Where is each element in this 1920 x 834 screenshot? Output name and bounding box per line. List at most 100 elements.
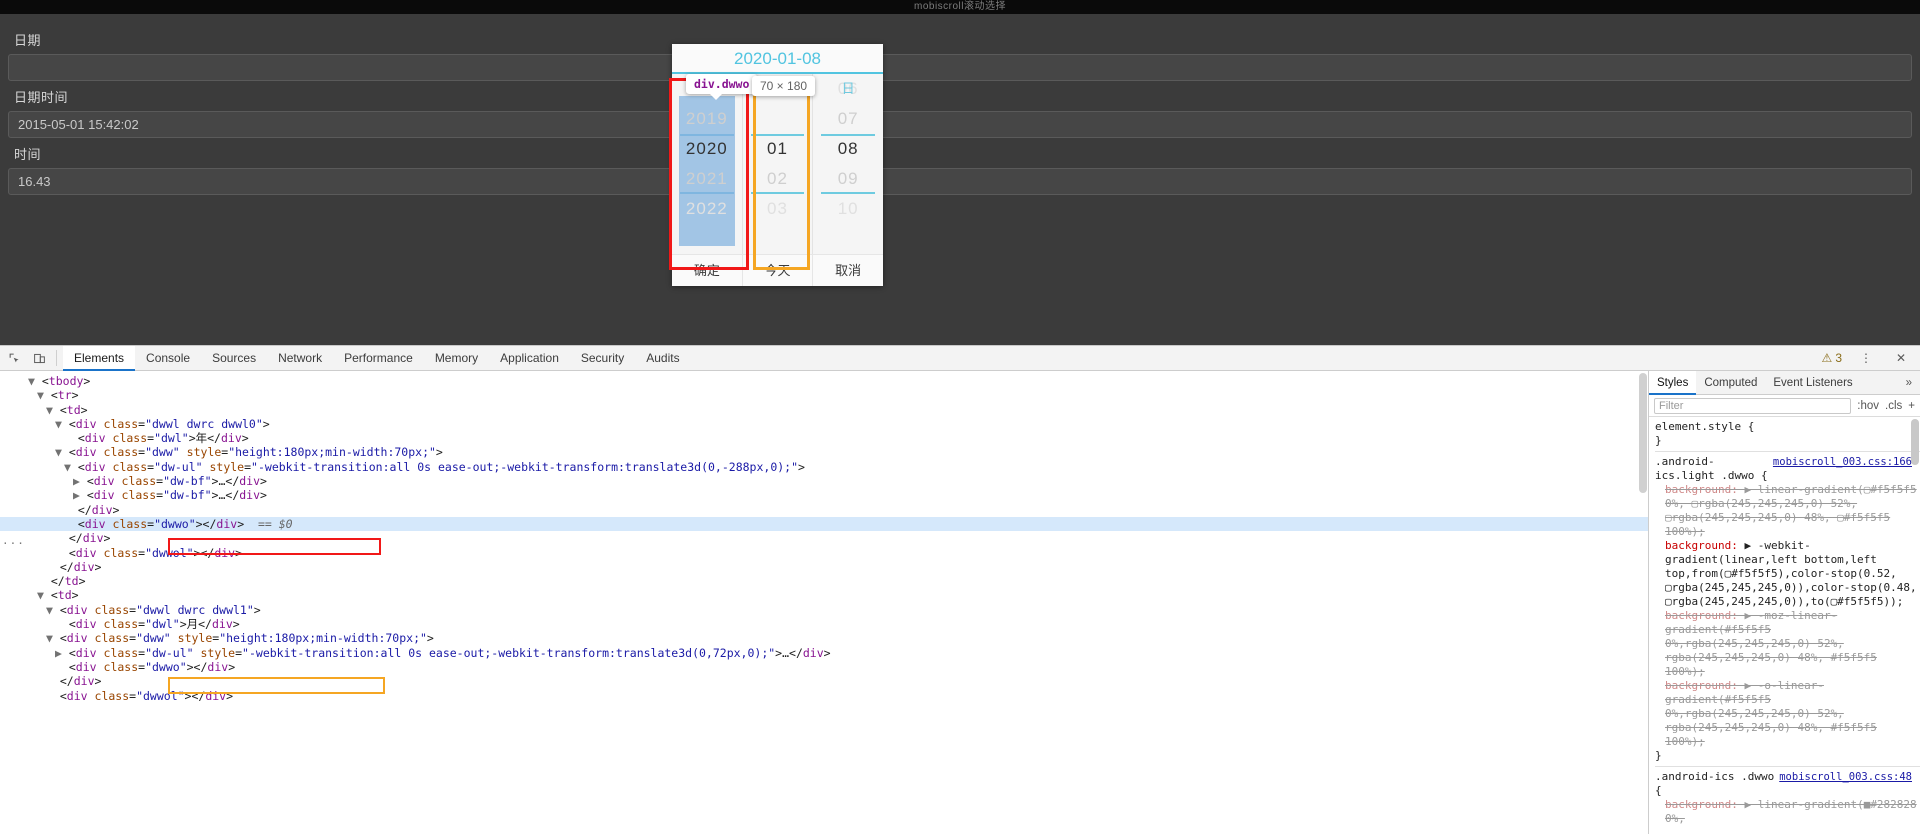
wheel-year[interactable]: 2018 2019 2020 2021 2022 (672, 74, 743, 254)
css-property[interactable]: background: ▶ -moz-linear-gradient(#f5f5… (1655, 609, 1920, 679)
tab-network[interactable]: Network (267, 346, 333, 371)
css-source-link[interactable]: mobiscroll_003.css:166 (1773, 455, 1912, 483)
disclosure-triangle-icon[interactable] (46, 560, 60, 574)
dom-node-row[interactable]: </div> (0, 560, 1648, 574)
wheel-item[interactable]: 2019 (672, 104, 742, 134)
disclosure-triangle-icon[interactable]: ▼ (64, 460, 78, 474)
datetime-input[interactable] (8, 111, 1912, 138)
dom-node-row[interactable]: ▼ <div class="dw-ul" style="-webkit-tran… (0, 460, 1648, 474)
date-input[interactable] (8, 54, 1912, 81)
disclosure-triangle-icon[interactable] (37, 574, 51, 588)
tab-event-listeners[interactable]: Event Listeners (1765, 371, 1860, 395)
dom-node-row[interactable]: <div class="dwwo"></div> (0, 660, 1648, 674)
dom-node-row[interactable]: ▼ <td> (0, 588, 1648, 602)
dom-node-row[interactable]: </td> (0, 574, 1648, 588)
wheel-item[interactable]: 2022 (672, 194, 742, 224)
inspect-element-icon[interactable] (3, 347, 25, 369)
disclosure-triangle-icon[interactable]: ▼ (55, 417, 69, 431)
dom-node-row[interactable]: ▼ <div class="dww" style="height:180px;m… (0, 445, 1648, 459)
dom-tree[interactable]: ··· ▼ <tbody> ▼ <tr> ▼ <td> ▼ <div class="d… (0, 371, 1648, 834)
dom-node-row[interactable]: </div> (0, 531, 1648, 545)
dom-node-row[interactable]: ▼ <div class="dww" style="height:180px;m… (0, 631, 1648, 645)
dom-node-row[interactable]: ▶ <div class="dw-bf">…</div> (0, 474, 1648, 488)
wheel-item[interactable]: 03 (743, 194, 813, 224)
styles-scrollbar[interactable] (1911, 419, 1919, 465)
disclosure-triangle-icon[interactable]: ▼ (28, 374, 42, 388)
tab-styles[interactable]: Styles (1649, 370, 1697, 395)
dom-node-row[interactable]: ▼ <div class="dwwl dwrc dwwl0"> (0, 417, 1648, 431)
wheel-day[interactable]: 日 06 07 08 09 10 (813, 74, 883, 254)
tab-security[interactable]: Security (570, 346, 635, 371)
confirm-button[interactable]: 确定 (672, 255, 743, 286)
new-style-rule-icon[interactable]: + (1908, 400, 1915, 412)
tab-application[interactable]: Application (489, 346, 570, 371)
tab-audits[interactable]: Audits (635, 346, 690, 371)
dom-node-row[interactable]: ▼ <td> (0, 403, 1648, 417)
tab-memory[interactable]: Memory (424, 346, 489, 371)
disclosure-triangle-icon[interactable]: ▼ (55, 445, 69, 459)
disclosure-triangle-icon[interactable] (55, 660, 69, 674)
cancel-button[interactable]: 取消 (813, 255, 883, 286)
tab-computed[interactable]: Computed (1696, 371, 1765, 395)
toggle-device-toolbar-icon[interactable] (28, 347, 50, 369)
styles-filter-input[interactable] (1654, 397, 1852, 414)
dom-node-row[interactable]: </div> (0, 674, 1648, 688)
tab-sources[interactable]: Sources (201, 346, 267, 371)
wheel-item-selected[interactable]: 08 (813, 134, 883, 164)
wheel-item[interactable]: 02 (743, 164, 813, 194)
css-property[interactable]: background: ▶ linear-gradient(▢#f5f5f5 0… (1655, 483, 1920, 539)
css-property[interactable]: background: ▶ linear-gradient(■#282828 0… (1655, 798, 1920, 826)
disclosure-triangle-icon[interactable] (46, 689, 60, 703)
disclosure-triangle-icon[interactable]: ▼ (46, 631, 60, 645)
styles-more-icon[interactable]: » (1898, 377, 1920, 389)
tab-console[interactable]: Console (135, 346, 201, 371)
dom-node-row[interactable]: ▶ <div class="dw-ul" style="-webkit-tran… (0, 646, 1648, 660)
dom-node-row[interactable]: ▶ <div class="dw-bf">…</div> (0, 488, 1648, 502)
disclosure-triangle-icon[interactable]: ▼ (37, 588, 51, 602)
cls-toggle[interactable]: .cls (1885, 400, 1902, 412)
dom-node-row[interactable]: <div class="dwwo"></div> == $0 (0, 516, 1648, 532)
dom-node-row[interactable]: </div> (0, 503, 1648, 517)
wheel-item-selected[interactable]: 01 (743, 134, 813, 164)
disclosure-triangle-icon[interactable]: ▼ (46, 603, 60, 617)
dom-node-row[interactable]: ▼ <tbody> (0, 374, 1648, 388)
disclosure-triangle-icon[interactable] (55, 546, 69, 560)
disclosure-triangle-icon[interactable] (64, 431, 78, 445)
wheel-item[interactable] (743, 104, 813, 134)
disclosure-triangle-icon[interactable]: ▶ (55, 646, 69, 660)
wheel-month[interactable]: 01 02 03 (743, 74, 814, 254)
css-rule[interactable]: .android-ics.light .dwwo {mobiscroll_003… (1655, 455, 1920, 763)
disclosure-triangle-icon[interactable]: ▶ (73, 488, 87, 502)
today-button[interactable]: 今天 (743, 255, 814, 286)
warning-badge[interactable]: ⚠ 3 (1822, 351, 1842, 365)
css-rule[interactable]: .android-ics .dwwo {mobiscroll_003.css:4… (1655, 770, 1920, 826)
tab-elements[interactable]: Elements (63, 345, 136, 371)
dom-node-row[interactable]: <div class="dwwol"></div> (0, 546, 1648, 560)
disclosure-triangle-icon[interactable]: ▶ (73, 474, 87, 488)
disclosure-triangle-icon[interactable] (55, 531, 69, 545)
tab-performance[interactable]: Performance (333, 346, 424, 371)
css-source-link[interactable]: mobiscroll_003.css:48 (1779, 770, 1912, 798)
css-rule[interactable]: element.style {} (1655, 420, 1920, 448)
dom-node-row[interactable]: <div class="dwl">年</div> (0, 431, 1648, 445)
wheel-item[interactable]: 10 (813, 194, 883, 224)
disclosure-triangle-icon[interactable] (46, 674, 60, 688)
wheel-item[interactable]: 2021 (672, 164, 742, 194)
disclosure-triangle-icon[interactable] (55, 617, 69, 631)
dom-node-row[interactable]: <div class="dwwol"></div> (0, 689, 1648, 703)
hov-toggle[interactable]: :hov (1857, 400, 1879, 412)
dom-node-row[interactable]: ▼ <div class="dwwl dwrc dwwl1"> (0, 603, 1648, 617)
dom-node-row[interactable]: ▼ <tr> (0, 388, 1648, 402)
disclosure-triangle-icon[interactable] (64, 503, 78, 517)
more-options-icon[interactable]: ⋮ (1855, 347, 1877, 369)
css-property[interactable]: background: ▶ -webkit-gradient(linear,le… (1655, 539, 1920, 609)
disclosure-triangle-icon[interactable]: ▼ (37, 388, 51, 402)
wheel-item[interactable]: 09 (813, 164, 883, 194)
css-property[interactable]: background: ▶ -o-linear-gradient(#f5f5f5… (1655, 679, 1920, 749)
time-input[interactable] (8, 168, 1912, 195)
styles-content[interactable]: element.style {} .android-ics.light .dwwo… (1649, 417, 1920, 834)
disclosure-triangle-icon[interactable] (64, 517, 78, 531)
wheel-item[interactable]: 06 (813, 74, 883, 104)
close-devtools-icon[interactable]: ✕ (1890, 347, 1912, 369)
wheel-item[interactable]: 07 (813, 104, 883, 134)
